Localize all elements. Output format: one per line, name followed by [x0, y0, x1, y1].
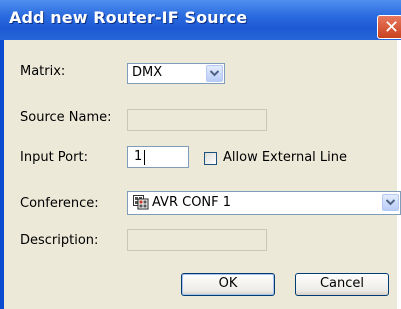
close-button[interactable]: ✕ [377, 15, 401, 39]
matrix-value: DMX [132, 65, 163, 80]
source-name-label: Source Name: [20, 110, 112, 125]
ok-button[interactable]: OK [181, 273, 275, 296]
allow-external-line-checkbox[interactable] [204, 152, 217, 165]
conference-icon [133, 195, 149, 210]
description-field[interactable] [127, 229, 267, 251]
input-port-value: 1 [134, 149, 143, 164]
text-caret [144, 150, 145, 165]
matrix-select[interactable]: DMX [127, 63, 225, 84]
source-name-field[interactable] [127, 109, 267, 131]
chevron-down-icon [386, 199, 395, 206]
allow-external-line-label[interactable]: Allow External Line [223, 150, 347, 165]
conference-select[interactable]: AVR CONF 1 [127, 191, 401, 215]
add-router-if-source-dialog: Add new Router-IF Source ✕ Matrix: DMX S… [0, 0, 401, 309]
conference-value: AVR CONF 1 [152, 195, 232, 210]
title-bar: Add new Router-IF Source ✕ [0, 0, 401, 40]
dialog-title: Add new Router-IF Source [9, 8, 248, 27]
input-port-field[interactable]: 1 [127, 146, 189, 168]
description-label: Description: [20, 233, 99, 248]
cancel-button[interactable]: Cancel [295, 273, 389, 296]
close-icon: ✕ [384, 17, 400, 38]
conference-label: Conference: [20, 196, 99, 211]
matrix-label: Matrix: [20, 64, 66, 79]
input-port-label: Input Port: [20, 150, 88, 165]
matrix-dropdown-button[interactable] [206, 65, 223, 82]
dialog-body: Matrix: DMX Source Name: Input Port: 1 A… [0, 40, 401, 309]
conference-dropdown-button[interactable] [382, 194, 399, 211]
chevron-down-icon [210, 70, 219, 77]
